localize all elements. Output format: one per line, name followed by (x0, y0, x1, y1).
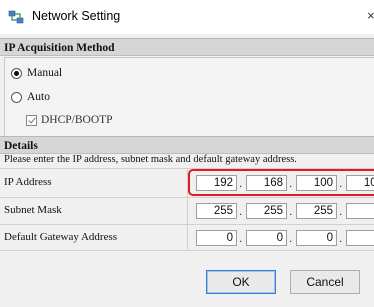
subnet-mask-octet-1[interactable]: 255 (196, 203, 237, 219)
octet-separator: . (289, 176, 293, 190)
ip-address-octet-3[interactable]: 100 (296, 175, 337, 191)
close-icon[interactable]: × (367, 8, 374, 23)
subnet-mask-octet-3[interactable]: 255 (296, 203, 337, 219)
ip-acquisition-heading: IP Acquisition Method (0, 38, 374, 56)
radio-auto-indicator[interactable] (11, 91, 22, 103)
ok-button[interactable]: OK (206, 270, 276, 294)
title-bar[interactable]: Network Setting × (0, 0, 374, 34)
octet-separator: . (339, 204, 343, 218)
subnet-mask-octet-2[interactable]: 255 (246, 203, 287, 219)
octet-separator: . (289, 231, 293, 245)
ip-address-octet-1[interactable]: 192 (196, 175, 237, 191)
cancel-button[interactable]: Cancel (290, 270, 360, 294)
network-setting-icon (8, 10, 24, 24)
window-title: Network Setting (32, 9, 121, 23)
network-setting-dialog: Network Setting × IP Acquisition Method … (0, 0, 374, 307)
default-gateway-octet-3[interactable]: 0 (296, 230, 337, 246)
subnet-mask-label: Subnet Mask (4, 204, 62, 216)
radio-manual[interactable]: Manual (11, 67, 62, 79)
dhcp-bootp-checkbox[interactable]: DHCP/BOOTP (26, 114, 113, 126)
octet-separator: . (339, 231, 343, 245)
radio-auto-label: Auto (27, 91, 50, 103)
octet-separator: . (239, 204, 243, 218)
details-instruction: Please enter the IP address, subnet mask… (4, 154, 297, 165)
octet-separator: . (239, 176, 243, 190)
dhcp-bootp-check-icon[interactable] (26, 114, 37, 126)
ip-address-octet-2[interactable]: 168 (246, 175, 287, 191)
ip-address-octet-4[interactable]: 100 (346, 175, 374, 191)
octet-separator: . (239, 231, 243, 245)
default-gateway-octet-1[interactable]: 0 (196, 230, 237, 246)
dhcp-bootp-label: DHCP/BOOTP (41, 114, 113, 126)
octet-separator: . (289, 204, 293, 218)
divider (0, 250, 374, 251)
octet-separator: . (339, 176, 343, 190)
default-gateway-label: Default Gateway Address (4, 231, 118, 243)
default-gateway-octet-2[interactable]: 0 (246, 230, 287, 246)
radio-manual-indicator[interactable] (11, 67, 22, 79)
radio-auto[interactable]: Auto (11, 91, 50, 103)
ip-acquisition-group: Manual Auto DHCP/BOOTP (4, 57, 374, 138)
radio-manual-label: Manual (27, 67, 63, 79)
default-gateway-octet-4[interactable]: 0 (346, 230, 374, 246)
ip-address-label: IP Address (4, 176, 52, 188)
subnet-mask-octet-4[interactable]: 0 (346, 203, 374, 219)
details-heading: Details (0, 136, 374, 154)
